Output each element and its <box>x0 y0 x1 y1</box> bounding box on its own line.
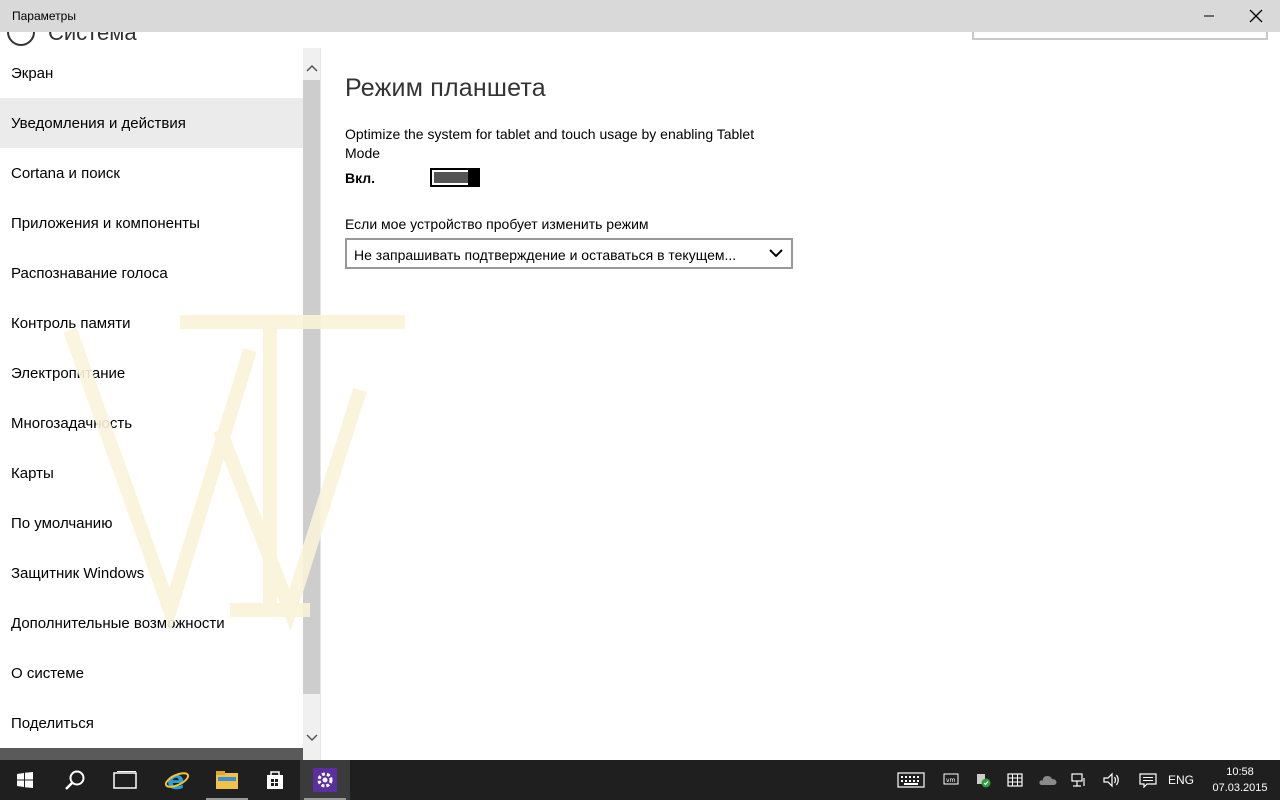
calendar-tray-button[interactable] <box>1004 760 1026 800</box>
tablet-mode-toggle[interactable] <box>430 168 480 187</box>
clock-date: 07.03.2015 <box>1212 782 1268 794</box>
defender-icon <box>977 774 991 788</box>
keyboard-icon <box>897 772 925 788</box>
close-icon <box>1249 9 1263 23</box>
sidebar-item-cortana[interactable]: Cortana и поиск <box>0 148 303 198</box>
minimize-icon <box>1204 15 1214 17</box>
close-button[interactable] <box>1233 0 1279 32</box>
minimize-button[interactable] <box>1186 0 1232 32</box>
sidebar-item-multitasking[interactable]: Многозадачность <box>0 398 303 448</box>
start-button[interactable] <box>0 760 50 800</box>
volume-icon <box>1103 772 1119 788</box>
internet-explorer-icon: e <box>164 767 190 793</box>
settings-icon <box>313 768 337 792</box>
store-icon <box>267 771 283 789</box>
network-icon <box>1071 773 1085 787</box>
clock-time: 10:58 <box>1226 766 1254 778</box>
sidebar-item-display[interactable]: Экран <box>0 48 303 98</box>
action-center-button[interactable] <box>1136 760 1160 800</box>
volume-tray-button[interactable] <box>1100 760 1124 800</box>
calendar-grid-icon <box>1007 773 1023 787</box>
onedrive-icon <box>1039 776 1057 785</box>
toggle-state-label: Вкл. <box>345 170 376 186</box>
search-button[interactable] <box>50 760 100 800</box>
section-header: Система <box>48 32 137 45</box>
task-view-button[interactable] <box>100 760 150 800</box>
svg-text:e: e <box>167 767 185 793</box>
sidebar-item-defaults[interactable]: По умолчанию <box>0 498 303 548</box>
onedrive-tray-button[interactable] <box>1036 760 1060 800</box>
vmware-tray-button[interactable]: vm <box>940 760 962 800</box>
chevron-down-icon <box>305 734 318 742</box>
network-tray-button[interactable] <box>1068 760 1092 800</box>
pane-divider <box>320 48 321 760</box>
title-bar: Параметры <box>0 0 1280 32</box>
sidebar: Экран Уведомления и действия Cortana и п… <box>0 48 303 760</box>
page-title: Режим планшета <box>345 74 546 102</box>
sidebar-item-notifications[interactable]: Уведомления и действия <box>0 98 303 148</box>
sidebar-item-share[interactable]: Поделиться <box>0 698 303 748</box>
clock[interactable]: 10:58 07.03.2015 <box>1202 764 1278 796</box>
scroll-down-button[interactable] <box>303 726 320 750</box>
sidebar-item-optional-features[interactable]: Дополнительные возможности <box>0 598 303 648</box>
sidebar-item-about[interactable]: О системе <box>0 648 303 698</box>
search-input[interactable] <box>972 32 1268 40</box>
switch-behavior-label: Если мое устройство пробует изменить реж… <box>345 216 649 232</box>
sidebar-scrollbar[interactable] <box>303 48 320 760</box>
sidebar-item-power[interactable]: Электропитание <box>0 348 303 398</box>
vmware-icon: vm <box>943 773 959 785</box>
sidebar-item-defender[interactable]: Защитник Windows <box>0 548 303 598</box>
back-icon[interactable] <box>7 32 35 46</box>
sidebar-item-maps[interactable]: Карты <box>0 448 303 498</box>
sidebar-item-storage[interactable]: Контроль памяти <box>0 298 303 348</box>
scroll-thumb[interactable] <box>303 80 320 694</box>
touch-keyboard-button[interactable] <box>895 760 927 800</box>
task-view-icon <box>113 771 137 789</box>
start-icon <box>17 772 33 788</box>
toggle-knob <box>468 168 480 187</box>
scroll-up-button[interactable] <box>303 56 320 80</box>
chevron-up-icon <box>305 64 318 72</box>
chevron-down-icon <box>769 249 783 258</box>
window-title: Параметры <box>12 9 76 23</box>
file-explorer-icon <box>216 771 238 789</box>
input-language[interactable]: ENG <box>1168 773 1194 787</box>
internet-explorer-button[interactable]: e <box>152 760 202 800</box>
settings-button[interactable] <box>300 760 350 800</box>
taskbar: e vm ENG 10:58 07.03.2015 <box>0 760 1280 800</box>
header-strip: Система <box>0 32 1280 48</box>
action-center-icon <box>1139 773 1157 788</box>
sidebar-item-speech[interactable]: Распознавание голоса <box>0 248 303 298</box>
sidebar-item-apps[interactable]: Приложения и компоненты <box>0 198 303 248</box>
dropdown-value: Не запрашивать подтверждение и оставатьс… <box>354 247 737 263</box>
toggle-fill <box>434 172 468 183</box>
svg-text:vm: vm <box>946 777 956 784</box>
store-button[interactable] <box>250 760 300 800</box>
sidebar-bottom-edge <box>0 748 303 760</box>
switch-behavior-dropdown[interactable]: Не запрашивать подтверждение и оставатьс… <box>345 238 793 269</box>
file-explorer-button[interactable] <box>202 760 252 800</box>
tablet-mode-description: Optimize the system for tablet and touch… <box>345 126 755 161</box>
search-icon <box>65 770 85 790</box>
defender-tray-button[interactable] <box>972 760 994 800</box>
